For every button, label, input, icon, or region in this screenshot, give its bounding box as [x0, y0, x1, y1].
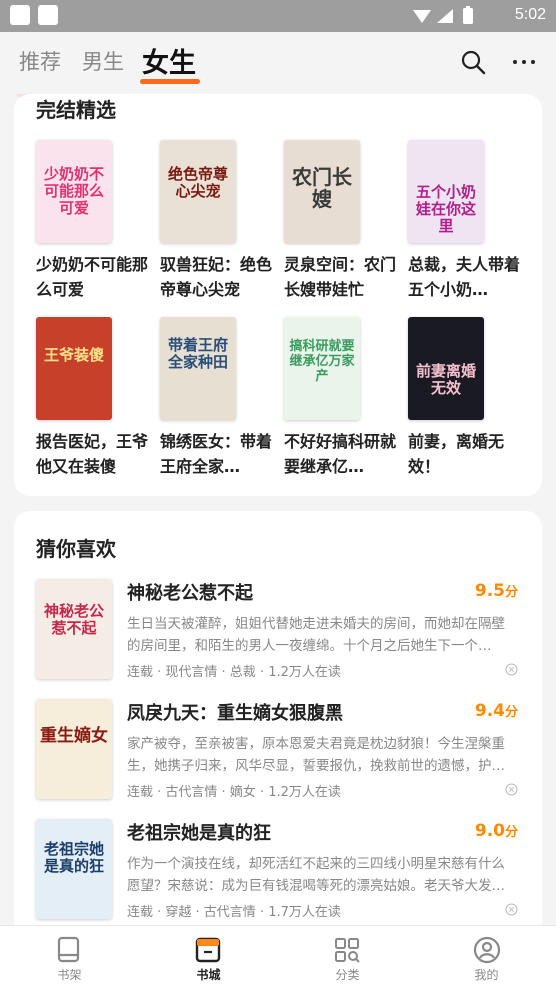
book-cover[interactable]: 老祖宗她是真的狂 [36, 819, 112, 919]
completed-picks-card: 完结精选 少奶奶不可能那么可爱 少奶奶不可能那么可爱 绝色帝尊心尖宠 驭兽狂妃：… [14, 94, 542, 496]
book-meta: 连载 · 现代言情 · 总裁 · 1.2万人在读 [127, 665, 341, 680]
book-title[interactable]: 前妻，离婚无效！ [408, 429, 520, 479]
book-cover[interactable]: 重生嫡女 [36, 699, 112, 799]
book-cover[interactable]: 五个小奶娃在你这里 [408, 140, 484, 243]
book-title[interactable]: 报告医妃，王爷他又在装傻 [36, 429, 148, 479]
book-title[interactable]: 凤戾九天：重生嫡女狠腹黑 [127, 699, 343, 725]
book-title[interactable]: 老祖宗她是真的狂 [127, 819, 271, 845]
dismiss-icon[interactable] [505, 663, 518, 676]
book-cover[interactable]: 农门长嫂 [284, 140, 360, 243]
signal-wifi-battery-icon [413, 6, 473, 24]
nav-profile[interactable]: 我的 [417, 926, 556, 990]
category-icon [335, 938, 360, 963]
book-title[interactable]: 锦绣医女：带着王府全家… [160, 429, 272, 479]
tab-recommend[interactable]: 推荐 [19, 46, 61, 76]
list-item[interactable]: 重生嫡女 凤戾九天：重生嫡女狠腹黑 9.4分 家产被夺，至亲被害，原本恩爱夫君竟… [22, 699, 518, 809]
bookstore-icon [195, 937, 221, 963]
book-title[interactable]: 灵泉空间：农门长嫂带娃忙 [284, 252, 396, 302]
profile-icon [473, 936, 501, 964]
section-title: 完结精选 [36, 98, 116, 122]
book-meta: 连载 · 古代言情 · 嫡女 · 1.2万人在读 [127, 785, 341, 800]
book-meta: 连载 · 穿越 · 古代言情 · 1.7万人在读 [127, 905, 341, 920]
active-tab-indicator [140, 79, 200, 84]
dismiss-icon[interactable] [505, 903, 518, 916]
book-cover[interactable]: 神秘老公惹不起 [36, 579, 112, 679]
book-item[interactable]: 少奶奶不可能那么可爱 少奶奶不可能那么可爱 [36, 140, 148, 299]
bottom-nav: 书架 书城 分类 我的 [0, 925, 556, 990]
book-description: 家产被夺，至亲被害，原本恩爱夫君竟是枕边豺狼！今生涅槃重生，她携子归来，风华尽显… [127, 736, 505, 774]
book-cover[interactable]: 搞科研就要继承亿万家产 [284, 317, 360, 420]
book-title[interactable]: 驭兽狂妃：绝色帝尊心尖宠 [160, 252, 272, 302]
list-item[interactable]: 老祖宗她是真的狂 老祖宗她是真的狂 9.0分 作为一个演技在线，却死活红不起来的… [22, 819, 518, 929]
book-title[interactable]: 总裁，夫人带着五个小奶… [408, 252, 520, 302]
book-score: 9.4分 [474, 701, 518, 721]
book-description: 生日当天被灌醉，姐姐代替她走进未婚夫的房间，而她却在隔壁的房间里，和陌生的男人一… [127, 616, 505, 654]
nav-bookstore[interactable]: 书城 [139, 926, 278, 990]
notification-icon [10, 5, 30, 25]
nav-category[interactable]: 分类 [278, 926, 417, 990]
top-tab-bar: 推荐 男生 女生 [0, 32, 556, 94]
book-score: 9.0分 [474, 821, 518, 841]
list-item[interactable]: 神秘老公惹不起 神秘老公惹不起 9.5分 生日当天被灌醉，姐姐代替她走进未婚夫的… [22, 579, 518, 689]
book-cover[interactable]: 带着王府全家种田 [160, 317, 236, 420]
book-cover[interactable]: 绝色帝尊心尖宠 [160, 140, 236, 243]
guess-you-like-card: 猜你喜欢 神秘老公惹不起 神秘老公惹不起 9.5分 生日当天被灌醉，姐姐代替她走… [14, 511, 542, 941]
tab-male[interactable]: 男生 [82, 46, 124, 76]
nav-bookshelf[interactable]: 书架 [0, 926, 139, 990]
book-title[interactable]: 少奶奶不可能那么可爱 [36, 252, 148, 302]
book-score: 9.5分 [474, 581, 518, 601]
book-title[interactable]: 神秘老公惹不起 [127, 579, 253, 605]
dismiss-icon[interactable] [505, 783, 518, 796]
book-title[interactable]: 不好好搞科研就要继承亿… [284, 429, 396, 479]
book-cover[interactable]: 前妻离婚无效 [408, 317, 484, 420]
book-cover[interactable]: 王爷装傻 [36, 317, 112, 420]
status-time: 5:02 [514, 6, 546, 23]
bookshelf-icon [57, 936, 80, 963]
tab-female[interactable]: 女生 [142, 41, 196, 80]
more-icon[interactable] [510, 48, 538, 76]
book-cover[interactable]: 少奶奶不可能那么可爱 [36, 140, 112, 243]
search-icon[interactable] [459, 48, 487, 76]
book-description: 作为一个演技在线，却死活红不起来的三四线小明星宋慈有什么愿望？宋慈说：成为巨有钱… [127, 856, 505, 894]
section-title: 猜你喜欢 [36, 537, 116, 561]
status-bar: 5:02 [0, 0, 556, 32]
notification-icon [38, 5, 58, 25]
